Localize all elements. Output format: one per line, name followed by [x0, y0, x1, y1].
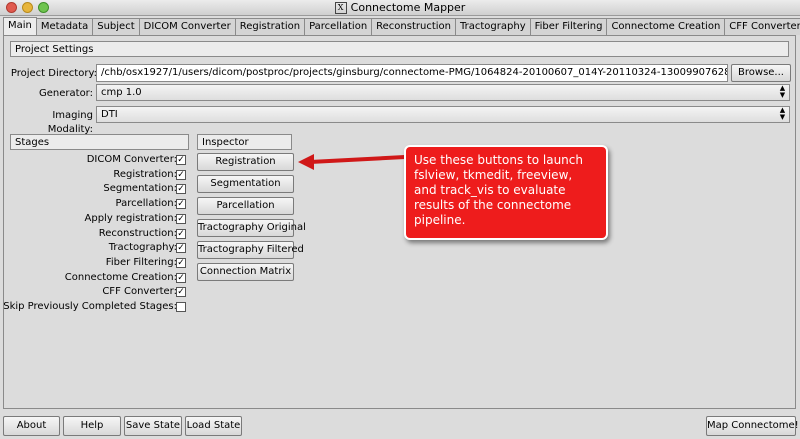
stage-checkbox[interactable]: ✓ — [176, 199, 186, 210]
stage-checkbox[interactable]: ✓ — [176, 272, 186, 283]
tab-bar: Main Metadata Subject DICOM Converter Regist… — [3, 17, 800, 35]
stage-label: DICOM Converter: — [86, 154, 177, 165]
main-panel: Project Settings Project Directory: /chb… — [3, 35, 796, 409]
window-title: Connectome Mapper — [350, 1, 466, 14]
stage-checkbox[interactable]: ✓ — [176, 155, 186, 165]
stage-label: Connectome Creation: — [64, 271, 177, 283]
map-connectome-button[interactable]: Map Connectome! — [706, 416, 799, 436]
inspector-header: Inspector — [197, 134, 292, 150]
generator-label: Generator: — [39, 88, 93, 99]
stage-checkbox[interactable]: ✓ — [176, 228, 186, 239]
tab-tractography[interactable]: Tractography — [455, 18, 531, 35]
generator-value: cmp 1.0 — [101, 87, 142, 98]
stage-label: Parcellation: — [115, 198, 177, 210]
tab-reconstruction[interactable]: Reconstruction — [371, 18, 456, 35]
stage-label: Fiber Filtering: — [105, 256, 177, 268]
stage-checkbox[interactable] — [176, 302, 186, 312]
tab-parcellation[interactable]: Parcellation — [304, 18, 373, 35]
stage-checkbox[interactable]: ✓ — [176, 213, 186, 224]
stage-checkbox[interactable]: ✓ — [176, 169, 186, 180]
generator-select[interactable]: cmp 1.0 ▲ ▼ — [96, 84, 790, 101]
stage-checkbox[interactable]: ✓ — [176, 287, 186, 298]
inspector-button-connection-matrix[interactable]: Connection Matrix — [197, 263, 294, 281]
tab-subject[interactable]: Subject — [92, 18, 140, 35]
stage-label: Apply registration: — [84, 212, 177, 224]
inspector-button-tractography-original[interactable]: Tractography Original — [197, 219, 306, 237]
stage-checkbox[interactable]: ✓ — [176, 184, 186, 195]
about-button[interactable]: About — [3, 416, 60, 436]
tab-main[interactable]: Main — [3, 17, 37, 35]
save-state-button[interactable]: Save State — [124, 416, 182, 436]
stage-label: Tractography: — [108, 242, 177, 254]
inspector-button-segmentation[interactable]: Segmentation — [197, 175, 294, 193]
title-bar: X Connectome Mapper — [0, 0, 800, 16]
stage-checkbox[interactable]: ✓ — [176, 243, 186, 254]
inspector-button-tractography-filtered[interactable]: Tractography Filtered — [197, 241, 304, 259]
stages-header: Stages — [10, 134, 189, 150]
callout-arrow — [298, 154, 407, 170]
stage-label: Reconstruction: — [98, 227, 177, 239]
select-arrows-icon: ▲ ▼ — [779, 106, 786, 121]
tab-cff-converter[interactable]: CFF Converter — [724, 18, 800, 35]
x11-icon: X — [334, 2, 347, 14]
stage-label: Skip Previously Completed Stages: — [3, 301, 177, 312]
project-directory-label: Project Directory: — [10, 68, 97, 79]
tab-dicom-converter[interactable]: DICOM Converter — [138, 18, 236, 35]
tab-fiber-filtering[interactable]: Fiber Filtering — [529, 18, 608, 35]
load-state-button[interactable]: Load State — [185, 416, 242, 436]
annotation-callout: Use these buttons to launch fslview, tkm… — [404, 145, 608, 240]
bottom-bar: About Help Save State Load State Map Con… — [0, 411, 800, 439]
project-directory-field[interactable]: /chb/osx1927/1/users/dicom/postproc/proj… — [96, 64, 728, 82]
stage-label: CFF Converter: — [102, 286, 177, 298]
project-settings-header: Project Settings — [10, 41, 789, 57]
tab-registration[interactable]: Registration — [234, 18, 306, 35]
imaging-modality-label: Imaging Modality: — [47, 110, 93, 135]
imaging-modality-select[interactable]: DTI ▲ ▼ — [96, 106, 790, 123]
browse-button[interactable]: Browse... — [731, 64, 791, 82]
help-button[interactable]: Help — [63, 416, 121, 436]
inspector-button-registration[interactable]: Registration — [197, 153, 294, 171]
tab-metadata[interactable]: Metadata — [35, 18, 94, 35]
stage-label: Segmentation: — [103, 183, 177, 195]
tab-connectome-creation[interactable]: Connectome Creation — [606, 18, 726, 35]
select-arrows-icon: ▲ ▼ — [779, 84, 786, 99]
stage-checkbox[interactable]: ✓ — [176, 257, 186, 268]
stage-label: Registration: — [113, 168, 177, 180]
inspector-button-parcellation[interactable]: Parcellation — [197, 197, 294, 215]
imaging-modality-value: DTI — [101, 109, 118, 120]
